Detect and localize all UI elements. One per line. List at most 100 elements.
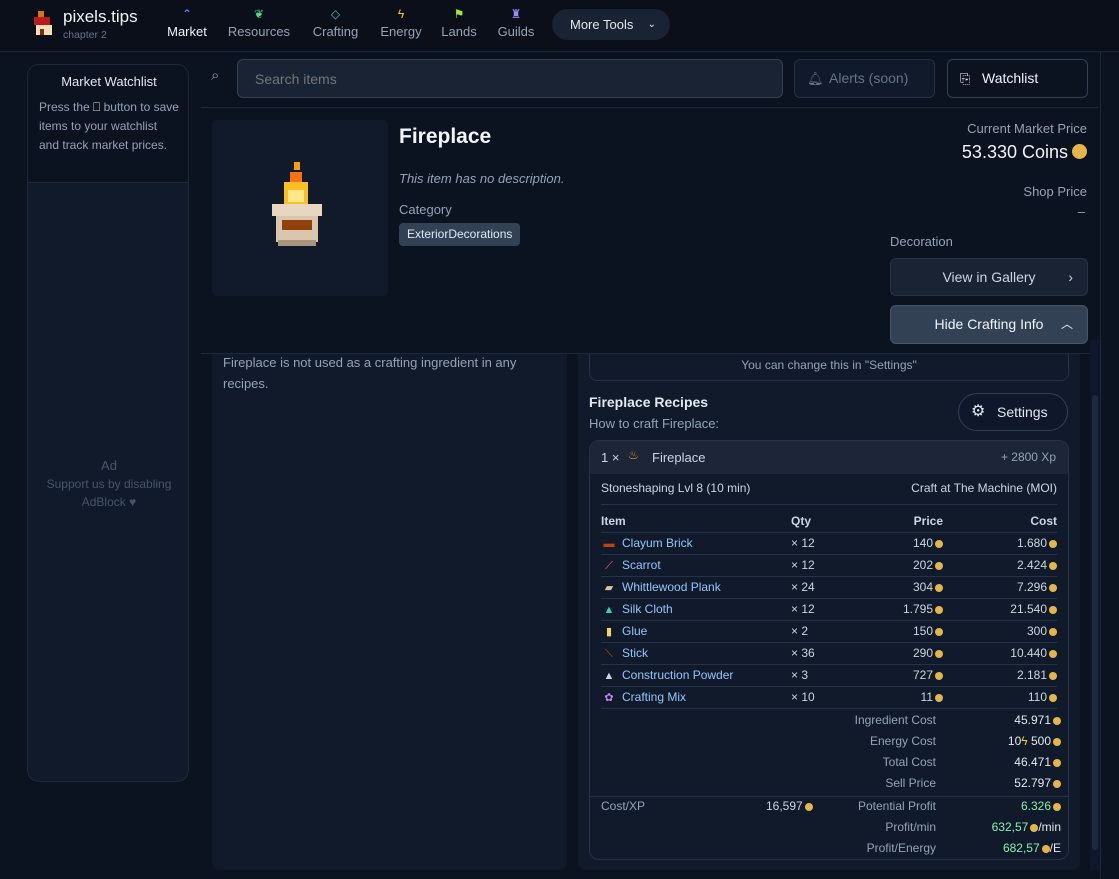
- bolt-icon: ϟ: [397, 7, 405, 21]
- nav-guilds[interactable]: ♜ Guilds: [495, 6, 537, 46]
- coin-icon: [1053, 758, 1061, 767]
- bookmark-plus-icon: ⎘: [960, 71, 971, 86]
- cost-value: 2.424: [1016, 558, 1047, 572]
- nav-lands-label: Lands: [441, 24, 477, 39]
- chart-icon: ⌃: [181, 7, 193, 21]
- category-badge[interactable]: ExteriorDecorations: [399, 223, 521, 246]
- recipe-card: 1 × ♨ Fireplace + 2800 Xp Stoneshaping L…: [589, 440, 1069, 860]
- brand-subtitle: chapter 2: [63, 29, 107, 41]
- profit-min-value: 632,57: [991, 820, 1029, 834]
- cost-xp-label: Cost/XP: [601, 799, 646, 813]
- ingredient-qty: × 3: [791, 664, 851, 687]
- recipes-title: Fireplace Recipes: [589, 394, 709, 410]
- coin-icon: [935, 583, 943, 592]
- more-tools-button[interactable]: More Tools ⌄: [552, 9, 670, 40]
- ad-placeholder: Ad Support us by disabling AdBlock ♥: [28, 457, 188, 511]
- summary-ingredient-cost: Ingredient Cost 45.971: [601, 713, 1061, 733]
- stick-icon: ⟍: [605, 647, 613, 660]
- ingredient-cost: 2.181: [943, 664, 1057, 687]
- coin-icon: [1049, 605, 1057, 614]
- ingredient-name: Construction Powder: [622, 668, 734, 682]
- nav-resources[interactable]: ❦ Resources: [226, 6, 292, 46]
- view-gallery-label: View in Gallery: [942, 269, 1036, 285]
- flag-icon: ⚑: [453, 7, 465, 21]
- ingredient-link[interactable]: ✿ Crafting Mix: [601, 686, 791, 709]
- ingredient-price: 140: [851, 532, 943, 555]
- alerts-button[interactable]: 🔔︎ Alerts (soon): [794, 59, 935, 98]
- price-value: 1.795: [902, 602, 933, 616]
- ad-text: Support us by disabling AdBlock ♥: [46, 477, 172, 509]
- profit-min-unit: /min: [1038, 820, 1061, 834]
- ingredient-link[interactable]: ▲ Construction Powder: [601, 664, 791, 687]
- cost-value: 1.680: [1016, 536, 1047, 550]
- summary-value: 6.326: [1021, 799, 1061, 813]
- profit-energy-value: 682,57: [1002, 841, 1040, 855]
- summary-value: 52.797: [1014, 776, 1061, 790]
- ingredient-qty: × 12: [791, 532, 851, 555]
- price-value: 304: [912, 580, 933, 594]
- ingredient-name: Stick: [622, 645, 649, 660]
- ingredient-price: 11: [851, 686, 943, 709]
- bookmark-icon: ⎕: [93, 100, 101, 114]
- summary-potential-profit: Cost/XP 16,597 Potential Profit 6.326: [601, 799, 1061, 819]
- summary-value: 45.971: [1014, 713, 1061, 727]
- category-label: Category: [399, 202, 452, 217]
- coin-icon: [935, 627, 943, 636]
- hide-crafting-button[interactable]: Hide Crafting Info ︿: [890, 305, 1088, 344]
- summary-value: 632,57/min: [992, 820, 1061, 834]
- summary-value: 10ϟ 500: [1008, 734, 1061, 748]
- scrollbar-thumb[interactable]: [1092, 395, 1098, 850]
- nav-lands[interactable]: ⚑ Lands: [439, 6, 479, 46]
- ingredient-link[interactable]: ▮ Glue: [601, 620, 791, 643]
- summary-sell-price: Sell Price 52.797: [601, 776, 1061, 796]
- view-gallery-button[interactable]: View in Gallery ›: [890, 258, 1088, 296]
- coin-icon: [1049, 649, 1057, 658]
- logo-icon[interactable]: [32, 11, 56, 37]
- ingredient-link[interactable]: ▰ Whittlewood Plank: [601, 576, 791, 599]
- shop-price-label: Shop Price: [1023, 184, 1087, 199]
- nav-resources-label: Resources: [227, 24, 291, 39]
- coin-icon: [1053, 802, 1061, 811]
- ingredient-price: 304: [851, 576, 943, 599]
- table-row: ▮ Glue × 2 150 300: [601, 620, 1057, 643]
- coin-icon: [1072, 144, 1087, 159]
- summary-profit-energy: Profit/Energy 682,57/E: [601, 841, 1061, 859]
- ingredient-name: Clayum Brick: [622, 536, 693, 550]
- nav-market[interactable]: ⌃ Market: [164, 6, 210, 46]
- ingredient-name: Silk Cloth: [622, 602, 673, 616]
- ingredient-price: 202: [851, 554, 943, 577]
- settings-button[interactable]: ⚙ Settings: [958, 393, 1068, 431]
- watchlist-button[interactable]: ⎘ Watchlist: [947, 59, 1088, 98]
- chevron-right-icon: ›: [1068, 269, 1073, 285]
- energy-amount: 10: [1007, 734, 1022, 748]
- recipe-skill: Stoneshaping Lvl 8 (10 min): [601, 481, 751, 495]
- alerts-label: Alerts (soon): [829, 70, 909, 86]
- market-price-value: 53.330 Coins: [962, 142, 1087, 163]
- summary-label: Total Cost: [882, 755, 936, 769]
- mix-icon: ✿: [604, 692, 614, 704]
- coin-icon: [1049, 693, 1057, 702]
- brand-name[interactable]: pixels.tips: [63, 7, 138, 27]
- ingredient-link[interactable]: ▲ Silk Cloth: [601, 598, 791, 621]
- col-item: Item: [601, 510, 791, 533]
- sprout-icon: ❦: [253, 7, 265, 21]
- bolt-icon: ϟ: [1021, 734, 1028, 748]
- table-row: ⟍ Stick × 36 290 10.440: [601, 642, 1057, 665]
- summary-divider: [590, 796, 1068, 797]
- ingredient-link[interactable]: ▬ Clayum Brick: [601, 532, 791, 555]
- item-type-label: Decoration: [890, 234, 953, 249]
- price-value: 140: [912, 536, 933, 550]
- ingredient-link[interactable]: ⟍ Stick: [601, 642, 791, 665]
- nav-crafting[interactable]: ◇ Crafting: [309, 6, 362, 46]
- nav-energy[interactable]: ϟ Energy: [378, 6, 424, 46]
- item-description: This item has no description.: [399, 171, 565, 186]
- ingredient-qty: × 10: [791, 686, 851, 709]
- coin-icon: [1041, 844, 1050, 853]
- ad-title: Ad: [101, 458, 117, 473]
- ingredient-link[interactable]: ⟋ Scarrot: [601, 554, 791, 577]
- cloth-icon: ▲: [603, 604, 615, 616]
- search-input[interactable]: [237, 59, 783, 98]
- ingredient-qty: × 2: [791, 620, 851, 643]
- coin-icon: [1053, 737, 1061, 746]
- price-value: 150: [912, 624, 933, 638]
